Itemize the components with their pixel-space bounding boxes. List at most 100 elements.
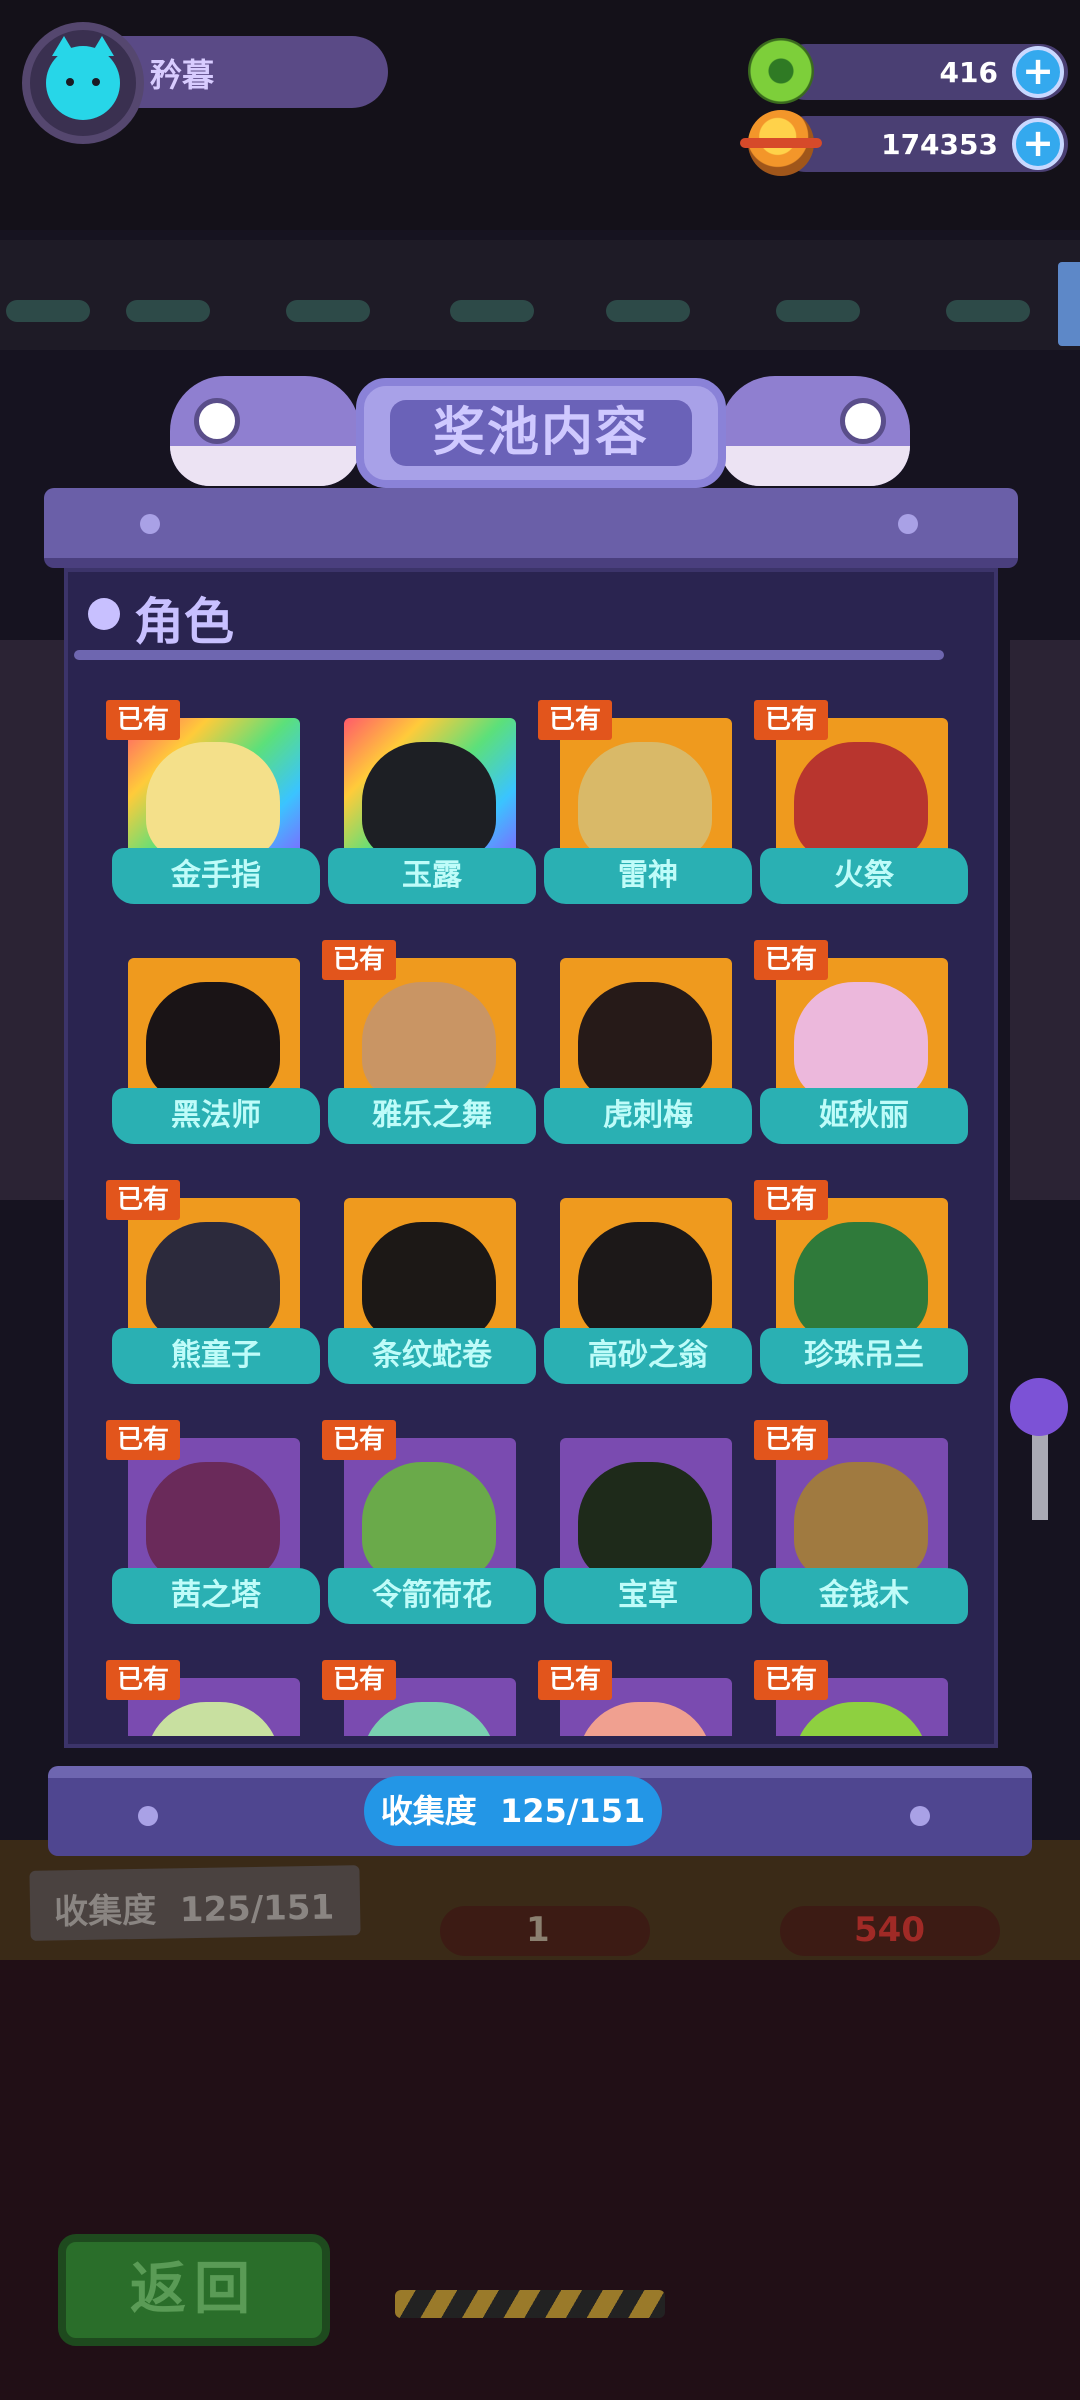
character-card[interactable]: 金钱木 已有 — [754, 1418, 970, 1638]
currency-orange: 174353 + — [740, 110, 1068, 176]
machine-lever-knob[interactable] — [1010, 1378, 1068, 1436]
currency-green: 416 + — [748, 38, 1068, 104]
owned-badge: 已有 — [106, 1660, 180, 1700]
top-bar — [0, 0, 1080, 230]
character-card[interactable]: 已有 — [538, 1658, 754, 1736]
bg-draw-price: 540 — [780, 1906, 1000, 1956]
character-card[interactable]: 已有 — [322, 1658, 538, 1736]
character-portrait-icon — [362, 982, 496, 1100]
section-divider — [74, 650, 944, 660]
character-portrait-icon — [794, 1462, 928, 1580]
add-orange-currency-button[interactable]: + — [1012, 118, 1064, 170]
character-card[interactable]: 条纹蛇卷 — [328, 1178, 538, 1398]
character-name: 虎刺梅 — [544, 1088, 752, 1144]
character-card[interactable]: 雷神 已有 — [538, 698, 754, 918]
stage-light — [286, 300, 370, 322]
character-name: 雷神 — [544, 848, 752, 904]
stage-light — [776, 300, 860, 322]
owned-badge: 已有 — [538, 1660, 612, 1700]
bg-collection-sign: 收集度 125/151 — [29, 1865, 361, 1941]
character-card[interactable]: 已有 — [754, 1658, 970, 1736]
character-name: 茜之塔 — [112, 1568, 320, 1624]
character-card[interactable]: 宝草 — [544, 1418, 754, 1638]
stage-light — [606, 300, 690, 322]
section-title-characters: 角色 — [134, 593, 234, 651]
character-portrait-icon — [362, 742, 496, 860]
character-name: 金手指 — [112, 848, 320, 904]
character-portrait-icon — [578, 1222, 712, 1340]
character-portrait-icon — [146, 982, 280, 1100]
cat-avatar-icon — [46, 36, 120, 120]
character-card[interactable]: 雅乐之舞 已有 — [322, 938, 538, 1158]
character-name: 火祭 — [760, 848, 968, 904]
bg-ticket-count: 1 — [440, 1906, 650, 1956]
character-card[interactable]: 金手指 已有 — [106, 698, 322, 918]
character-portrait-icon — [578, 982, 712, 1100]
character-card[interactable]: 虎刺梅 — [544, 938, 754, 1158]
owned-badge: 已有 — [754, 1660, 828, 1700]
character-card[interactable]: 火祭 已有 — [754, 698, 970, 918]
character-card[interactable]: 已有 — [106, 1658, 322, 1736]
currency-green-value: 416 — [939, 56, 998, 89]
owned-badge: 已有 — [754, 1420, 828, 1460]
character-portrait-icon — [578, 742, 712, 860]
owned-badge: 已有 — [106, 1180, 180, 1220]
character-name: 宝草 — [544, 1568, 752, 1624]
stage-light — [450, 300, 534, 322]
character-card[interactable]: 高砂之翁 — [544, 1178, 754, 1398]
character-card[interactable]: 玉露 — [328, 698, 538, 918]
pool-title: 奖池内容 — [390, 400, 692, 466]
section-bullet-icon — [88, 598, 120, 630]
stage-light — [6, 300, 90, 322]
stage-strip — [0, 240, 1080, 350]
character-portrait-icon — [794, 1222, 928, 1340]
character-name: 珍珠吊兰 — [760, 1328, 968, 1384]
owned-badge: 已有 — [754, 940, 828, 980]
stage-light — [946, 300, 1030, 322]
character-portrait-icon — [794, 742, 928, 860]
fish-decoration-left — [170, 376, 360, 486]
character-name: 玉露 — [328, 848, 536, 904]
hazard-stripe-bar — [395, 2290, 665, 2318]
owned-badge: 已有 — [754, 700, 828, 740]
owned-badge: 已有 — [106, 1420, 180, 1460]
currency-orange-value: 174353 — [881, 128, 998, 161]
character-name: 雅乐之舞 — [328, 1088, 536, 1144]
character-card[interactable]: 姬秋丽 已有 — [754, 938, 970, 1158]
character-portrait-icon — [146, 1462, 280, 1580]
back-button[interactable]: 返回 — [58, 2234, 330, 2346]
character-portrait-icon — [362, 1462, 496, 1580]
character-portrait-icon — [146, 1222, 280, 1340]
character-portrait-icon — [578, 1462, 712, 1580]
collection-value: 125/151 — [499, 1792, 646, 1830]
stage-light — [126, 300, 210, 322]
character-name: 条纹蛇卷 — [328, 1328, 536, 1384]
side-share-button[interactable] — [1058, 262, 1080, 346]
character-portrait-icon — [362, 1222, 496, 1340]
character-card[interactable]: 珍珠吊兰 已有 — [754, 1178, 970, 1398]
character-portrait-icon — [146, 742, 280, 860]
add-green-currency-button[interactable]: + — [1012, 46, 1064, 98]
character-name: 熊童子 — [112, 1328, 320, 1384]
owned-badge: 已有 — [754, 1180, 828, 1220]
character-name: 高砂之翁 — [544, 1328, 752, 1384]
player-name: 矜暮 — [150, 56, 215, 94]
orange-planet-coin-icon — [740, 110, 822, 176]
owned-badge: 已有 — [106, 700, 180, 740]
character-grid[interactable]: 金手指 已有 玉露 雷神 已有 火祭 已有 黑法师 雅乐之舞 已有 虎刺梅 姬秋丽 已有 熊童子 已有 条纹蛇… — [64, 680, 998, 1736]
player-avatar[interactable] — [22, 22, 144, 144]
character-name: 金钱木 — [760, 1568, 968, 1624]
bg-right-machine — [1010, 640, 1080, 1200]
bg-left-machine — [0, 640, 70, 1200]
owned-badge: 已有 — [322, 1420, 396, 1460]
character-card[interactable]: 黑法师 — [112, 938, 322, 1158]
character-name: 黑法师 — [112, 1088, 320, 1144]
panel-header-bar — [44, 488, 1018, 568]
character-card[interactable]: 令箭荷花 已有 — [322, 1418, 538, 1638]
character-card[interactable]: 茜之塔 已有 — [106, 1418, 322, 1638]
pool-title-banner: 奖池内容 — [356, 378, 726, 488]
green-donut-coin-icon — [748, 38, 814, 104]
character-card[interactable]: 熊童子 已有 — [106, 1178, 322, 1398]
collection-label: 收集度 — [380, 1792, 477, 1830]
character-portrait-icon — [794, 982, 928, 1100]
